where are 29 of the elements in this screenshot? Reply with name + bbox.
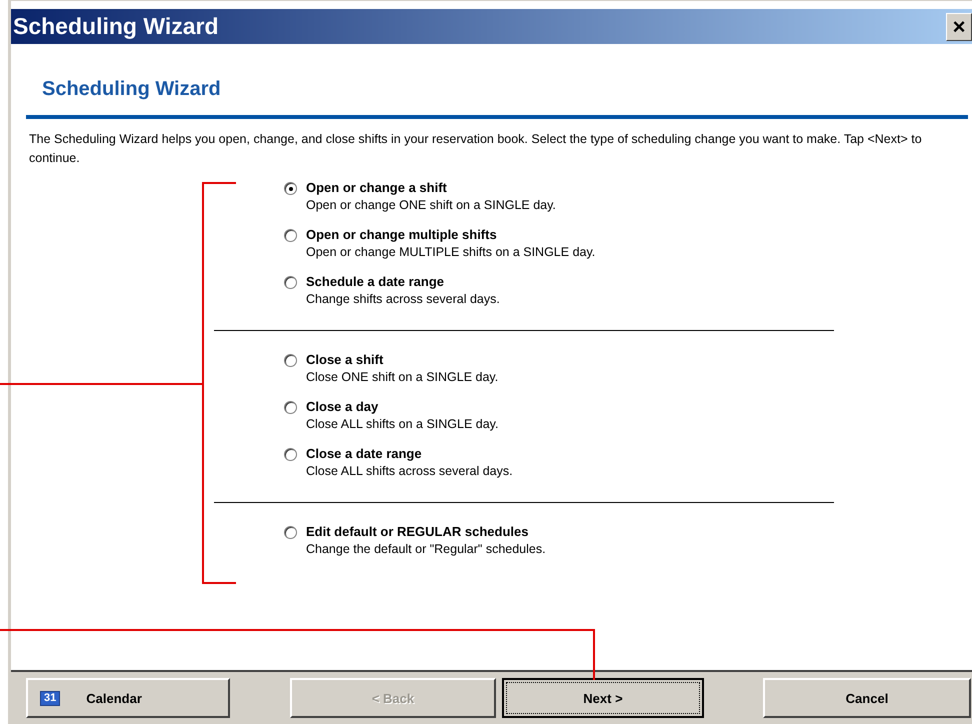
option-title[interactable]: Edit default or REGULAR schedules [306, 523, 546, 540]
option-description: Change the default or "Regular" schedules. [306, 541, 546, 558]
option-title[interactable]: Close a date range [306, 445, 513, 462]
option-title[interactable]: Open or change multiple shifts [306, 226, 596, 243]
radio-button[interactable] [284, 229, 297, 242]
wizard-button[interactable]: Cancel [763, 678, 971, 718]
radio-button[interactable] [284, 182, 297, 195]
radio-button[interactable] [284, 354, 297, 367]
page-heading: Scheduling Wizard [42, 78, 222, 101]
window-title: Scheduling Wizard [13, 13, 219, 40]
option-description: Change shifts across several days. [306, 291, 500, 308]
option-description: Open or change ONE shift on a SINGLE day. [306, 197, 556, 214]
option-description: Close ALL shifts across several days. [306, 463, 513, 480]
option-description: Open or change MULTIPLE shifts on a SINGLE day. [306, 244, 596, 261]
calendar-button[interactable]: 31 Calendar [26, 678, 230, 718]
calendar-icon: 31 [40, 690, 60, 706]
option-title[interactable]: Close a shift [306, 351, 498, 368]
option-description: Close ONE shift on a SINGLE day. [306, 369, 498, 386]
option-title[interactable]: Close a day [306, 398, 498, 415]
radio-button[interactable] [284, 276, 297, 289]
description-text: The Scheduling Wizard helps you open, change, and close shifts in your reservation book. Select the type of scheduling change you want to make. Tap <Next> to continue. [29, 131, 923, 167]
radio-button[interactable] [284, 401, 297, 414]
option-title[interactable]: Schedule a date range [306, 273, 500, 290]
radio-button[interactable] [284, 448, 297, 461]
radio-button[interactable] [284, 526, 297, 539]
option-title[interactable]: Open or change a shift [306, 179, 556, 196]
close-button[interactable]: × [946, 12, 972, 40]
option-description: Close ALL shifts on a SINGLE day. [306, 416, 498, 433]
wizard-button[interactable]: Next > [502, 678, 704, 718]
